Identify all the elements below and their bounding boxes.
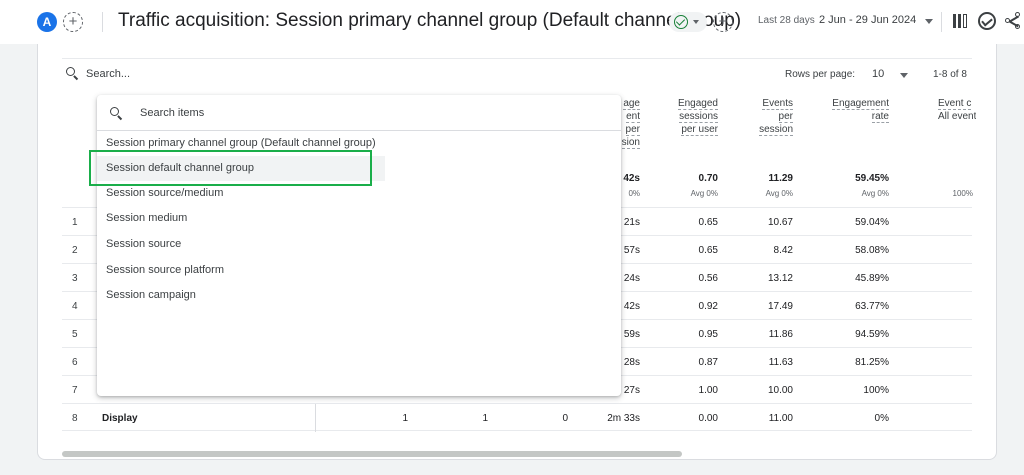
table-search-input[interactable]: Search... bbox=[86, 68, 130, 80]
add-filter-icon[interactable]: + bbox=[713, 12, 733, 32]
dimension-picker-dropdown: Search items Session primary channel gro… bbox=[97, 95, 621, 396]
chevron-down-icon bbox=[693, 20, 699, 24]
search-icon bbox=[110, 107, 122, 119]
check-circle-icon bbox=[674, 15, 688, 29]
add-comparison-icon[interactable]: + bbox=[63, 12, 83, 32]
dropdown-item-medium[interactable]: Session medium bbox=[97, 206, 385, 231]
date-range-picker[interactable]: 2 Jun - 29 Jun 2024 bbox=[819, 14, 916, 26]
dropdown-item-source[interactable]: Session source bbox=[97, 232, 385, 257]
page-title: Traffic acquisition: Session primary cha… bbox=[118, 10, 742, 31]
report-status-dropdown[interactable] bbox=[669, 12, 707, 32]
property-avatar[interactable]: A bbox=[37, 12, 57, 32]
date-range-label: Last 28 days bbox=[758, 15, 815, 26]
total-event-count-sub: 100% bbox=[952, 189, 973, 198]
total-engagement-rate-sub: Avg 0% bbox=[861, 189, 889, 198]
column-header-events-per-session[interactable]: Events per session bbox=[728, 97, 793, 136]
total-engaged-sessions-per-user-sub: Avg 0% bbox=[690, 189, 718, 198]
dropdown-item-campaign[interactable]: Session campaign bbox=[97, 283, 385, 308]
rows-chevron-down-icon[interactable] bbox=[900, 73, 908, 78]
horizontal-scrollbar[interactable] bbox=[62, 451, 682, 457]
total-engaged-sessions-per-user: 0.70 bbox=[698, 173, 718, 184]
column-header-engaged-sessions-per-user[interactable]: Engaged sessions per user bbox=[648, 97, 718, 136]
share-icon[interactable] bbox=[1005, 12, 1023, 30]
dropdown-search-input[interactable]: Search items bbox=[140, 107, 204, 119]
column-header-event-count[interactable]: Event c All event bbox=[918, 97, 976, 123]
top-bar: A + Traffic acquisition: Session primary… bbox=[0, 0, 1024, 44]
column-header-engagement-rate[interactable]: Engagement rate bbox=[808, 97, 889, 123]
total-events-per-session-sub: Avg 0% bbox=[765, 189, 793, 198]
date-chevron-down-icon[interactable] bbox=[925, 19, 933, 24]
insights-icon[interactable] bbox=[978, 12, 996, 30]
total-events-per-session: 11.29 bbox=[768, 173, 793, 184]
table-row[interactable]: 8 Display 1 1 0 2m 33s 0.00 11.00 0% bbox=[62, 403, 972, 431]
rows-per-page-label: Rows per page: bbox=[785, 69, 856, 80]
rows-per-page-select[interactable]: 10 bbox=[872, 68, 884, 80]
divider bbox=[102, 12, 103, 32]
page-count: 1-8 of 8 bbox=[933, 69, 967, 80]
total-engagement-rate: 59.45% bbox=[855, 173, 889, 184]
divider bbox=[941, 12, 942, 32]
table-toolbar: Search... Rows per page: 10 1-8 of 8 bbox=[62, 58, 972, 86]
dropdown-search[interactable]: Search items bbox=[97, 95, 621, 131]
highlight-annotation-box bbox=[89, 150, 372, 186]
column-divider bbox=[315, 404, 316, 432]
dropdown-item-source-platform[interactable]: Session source platform bbox=[97, 258, 385, 283]
customize-report-icon[interactable] bbox=[952, 13, 968, 29]
search-icon bbox=[66, 67, 78, 79]
